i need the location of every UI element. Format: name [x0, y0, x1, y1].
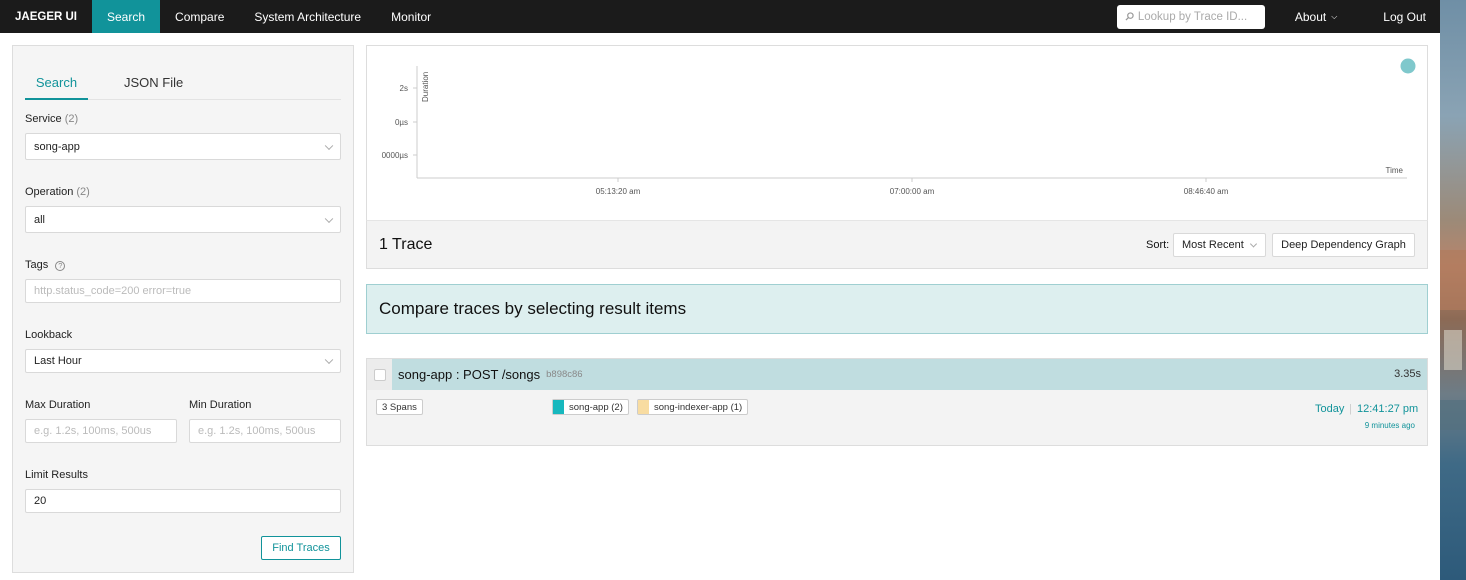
- chevron-down-icon: [1249, 240, 1258, 248]
- operation-count: (2): [76, 186, 90, 198]
- lookback-select-value: Last Hour: [34, 355, 82, 367]
- trace-title-row[interactable]: song-app : POST /songs b898c86 3.35s: [367, 359, 1427, 390]
- chevron-down-icon: [324, 214, 334, 223]
- brand-link[interactable]: JAEGER UI: [0, 0, 92, 33]
- scatter-plot: 2s 0µs 0000µs Duration 05:13:20 am 07:00…: [382, 58, 1416, 196]
- trace-result-item[interactable]: song-app : POST /songs b898c86 3.35s 3 S…: [366, 358, 1428, 446]
- service-label: Service (2): [25, 113, 78, 125]
- nav-search[interactable]: Search: [92, 0, 161, 33]
- about-label: About: [1294, 9, 1327, 24]
- trace-time: 12:41:27 pm: [1357, 403, 1419, 415]
- trace-id-input[interactable]: [1133, 10, 1254, 23]
- operation-select[interactable]: all: [25, 206, 341, 233]
- search-icon: [1125, 12, 1134, 21]
- trace-point[interactable]: [1400, 58, 1416, 74]
- help-icon[interactable]: ?: [55, 261, 66, 271]
- tab-json-file[interactable]: JSON File: [124, 66, 183, 99]
- lookback-select[interactable]: Last Hour: [25, 349, 341, 373]
- service-tag-label: song-app (2): [569, 401, 623, 413]
- tags-input[interactable]: http.status_code=200 error=true: [25, 279, 341, 303]
- top-nav: JAEGER UI Search Compare System Architec…: [0, 0, 1440, 33]
- max-duration-label: Max Duration: [25, 399, 91, 411]
- background-photo: [1440, 0, 1466, 580]
- service-count: (2): [64, 113, 79, 125]
- chevron-down-icon: [324, 141, 334, 150]
- trace-select-checkbox[interactable]: [373, 368, 386, 381]
- x-axis-label: Time: [1386, 166, 1404, 175]
- nav-compare[interactable]: Compare: [160, 0, 239, 33]
- y-tick-label: 0µs: [395, 118, 408, 127]
- logout-link[interactable]: Log Out: [1353, 0, 1440, 33]
- tags-label: Tags ?: [25, 259, 66, 271]
- operation-label-text: Operation: [25, 186, 74, 198]
- about-menu[interactable]: About ⌵: [1279, 0, 1353, 33]
- lookback-label: Lookback: [25, 329, 73, 341]
- nav-system-architecture[interactable]: System Architecture: [239, 0, 376, 33]
- trace-date: Today: [1315, 403, 1345, 415]
- service-select-value: song-app: [34, 140, 80, 153]
- sort-select[interactable]: Most Recent: [1173, 233, 1266, 257]
- compare-banner: Compare traces by selecting result items: [366, 284, 1428, 334]
- results-header: 1 Trace Sort: Most Recent Deep Dependenc…: [366, 220, 1428, 269]
- tab-search[interactable]: Search: [25, 66, 88, 100]
- x-tick-label: 08:46:40 am: [1184, 187, 1229, 196]
- search-tabs: Search JSON File: [25, 66, 341, 100]
- operation-label: Operation (2): [25, 186, 90, 198]
- service-color-swatch: [553, 400, 564, 414]
- limit-results-input[interactable]: 20: [25, 489, 341, 513]
- service-color-swatch: [638, 400, 649, 414]
- sort-label: Sort:: [1146, 239, 1170, 251]
- max-duration-input[interactable]: e.g. 1.2s, 100ms, 500us: [25, 419, 177, 443]
- y-tick-label: 0000µs: [382, 151, 408, 160]
- results-count: 1 Trace: [379, 236, 433, 253]
- y-axis-label: Duration: [421, 72, 430, 102]
- min-duration-input[interactable]: e.g. 1.2s, 100ms, 500us: [189, 419, 341, 443]
- trace-id: b898c86: [546, 369, 583, 380]
- operation-select-value: all: [34, 213, 46, 226]
- min-duration-label: Min Duration: [189, 399, 252, 411]
- trace-date-separator: |: [1349, 403, 1352, 415]
- spans-count-tag: 3 Spans: [376, 399, 423, 415]
- find-traces-button[interactable]: Find Traces: [261, 536, 341, 560]
- chevron-down-icon: ⌵: [1331, 11, 1338, 21]
- search-panel: Search JSON File Service (2) song-app Op…: [12, 45, 354, 573]
- trace-duration: 3.35s: [1394, 368, 1421, 380]
- trace-title[interactable]: song-app : POST /songs: [398, 367, 540, 382]
- trace-scatter-chart: 2s 0µs 0000µs Duration 05:13:20 am 07:00…: [366, 45, 1428, 221]
- trace-select-cell: [367, 359, 392, 390]
- x-tick-label: 07:00:00 am: [890, 187, 935, 196]
- tags-label-text: Tags: [25, 259, 49, 271]
- trace-relative-time: 9 minutes ago: [1364, 421, 1415, 430]
- service-select[interactable]: song-app: [25, 133, 341, 160]
- deep-dependency-graph-button[interactable]: Deep Dependency Graph: [1272, 233, 1415, 257]
- limit-results-label: Limit Results: [25, 469, 88, 481]
- y-tick-label: 2s: [400, 84, 408, 93]
- nav-monitor[interactable]: Monitor: [376, 0, 446, 33]
- service-label-text: Service: [25, 113, 62, 125]
- sort-select-value: Most Recent: [1182, 239, 1244, 251]
- service-tag: song-indexer-app (1): [637, 399, 749, 415]
- x-tick-label: 05:13:20 am: [596, 187, 641, 196]
- service-tag-label: song-indexer-app (1): [654, 401, 743, 413]
- service-tag: song-app (2): [552, 399, 629, 415]
- trace-lookup[interactable]: [1116, 4, 1265, 29]
- chevron-down-icon: [324, 355, 334, 365]
